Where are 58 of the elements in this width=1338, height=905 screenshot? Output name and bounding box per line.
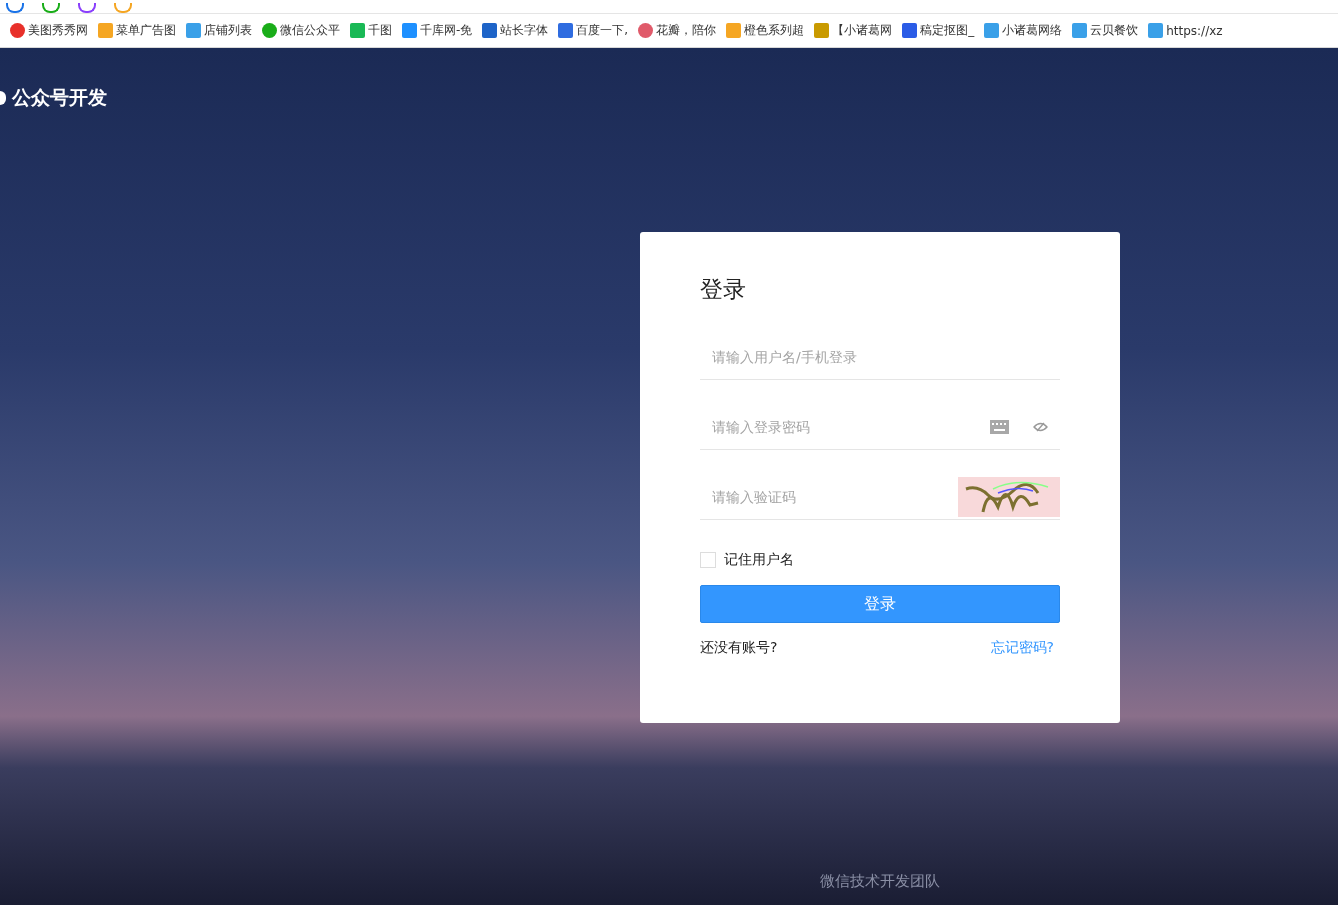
site-title: 公众号开发 <box>12 85 107 110</box>
favicon-icon <box>10 23 25 38</box>
captcha-input[interactable]: 请输入验证码 <box>700 477 958 517</box>
favicon-icon <box>1148 23 1164 38</box>
bookmark-link[interactable]: 橙色系列超 <box>726 22 805 39</box>
favicon-icon <box>638 23 654 38</box>
favicon-icon <box>402 23 417 38</box>
bookmark-label: 小诸葛网络 <box>1002 22 1063 39</box>
captcha-image[interactable] <box>958 477 1060 517</box>
bookmark-link[interactable]: 站长字体 <box>482 22 549 39</box>
bookmark-link[interactable]: 微信公众平 <box>262 22 340 39</box>
favicon-icon <box>814 23 830 38</box>
favicon-icon <box>98 23 113 38</box>
logo-icon <box>0 91 6 105</box>
favicon-icon <box>1072 23 1088 38</box>
favicon-icon <box>482 23 498 38</box>
login-title: 登录 <box>700 275 747 304</box>
bookmark-link[interactable]: https://xz <box>1148 23 1223 38</box>
remember-checkbox[interactable] <box>700 552 716 568</box>
bookmark-label: 千图 <box>368 22 392 39</box>
bookmark-label: 百度一下, <box>576 22 629 39</box>
bookmark-label: 站长字体 <box>500 22 549 39</box>
bookmark-link[interactable]: 稿定抠图_ <box>902 22 975 39</box>
bookmark-label: https://xz <box>1166 23 1223 38</box>
bookmark-label: 稿定抠图_ <box>920 22 975 39</box>
bookmark-link[interactable]: 【小诸葛网 <box>814 22 893 39</box>
bookmark-link[interactable]: 千图 <box>350 22 392 39</box>
register-link[interactable]: 还没有账号? <box>700 639 778 657</box>
bookmark-label: 【小诸葛网 <box>832 22 893 39</box>
favicon-icon <box>350 23 365 38</box>
bookmark-link[interactable]: 小诸葛网络 <box>984 22 1063 39</box>
eye-icon[interactable] <box>1033 422 1048 432</box>
bookmark-link[interactable]: 店铺列表 <box>186 22 252 39</box>
bookmark-link[interactable]: 百度一下, <box>558 22 629 39</box>
bookmark-label: 店铺列表 <box>204 22 252 39</box>
username-input[interactable]: 请输入用户名/手机登录 <box>700 337 1060 377</box>
bookmark-link[interactable]: 菜单广告图 <box>98 22 176 39</box>
bookmark-label: 花瓣，陪你 <box>656 22 717 39</box>
favicon-icon <box>726 23 742 38</box>
password-input[interactable]: 请输入登录密码 <box>700 407 990 447</box>
footer-text: 微信技术开发团队 <box>820 872 940 891</box>
remember-label: 记住用户名 <box>724 551 794 569</box>
bookmark-link[interactable]: 云贝餐饮 <box>1072 22 1139 39</box>
bookmark-label: 云贝餐饮 <box>1090 22 1139 39</box>
favicon-icon <box>902 23 918 38</box>
bookmark-link[interactable]: 美图秀秀网 <box>10 22 88 39</box>
keyboard-icon[interactable] <box>990 420 1009 434</box>
bookmark-label: 美图秀秀网 <box>28 22 88 39</box>
bookmark-link[interactable]: 花瓣，陪你 <box>638 22 717 39</box>
bookmark-label: 微信公众平 <box>280 22 340 39</box>
favicon-icon <box>984 23 1000 38</box>
bookmark-label: 千库网-免 <box>420 22 473 39</box>
bookmark-link[interactable]: 千库网-免 <box>402 22 473 39</box>
bookmark-label: 橙色系列超 <box>744 22 805 39</box>
bookmark-label: 菜单广告图 <box>116 22 176 39</box>
favicon-icon <box>558 23 574 38</box>
favicon-icon <box>262 23 277 38</box>
favicon-icon <box>186 23 201 38</box>
